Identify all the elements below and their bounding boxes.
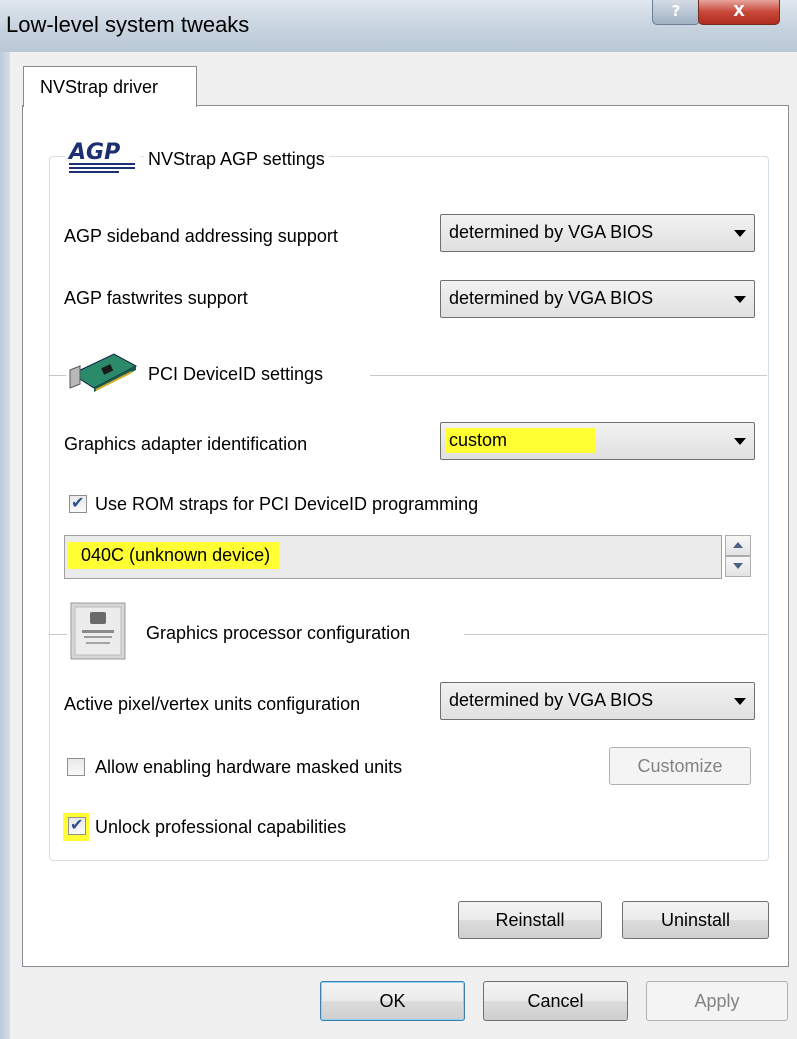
window-border: [0, 52, 10, 1039]
agp-section-title: NVStrap AGP settings: [144, 149, 329, 170]
use-rom-straps-label: Use ROM straps for PCI DeviceID programm…: [95, 494, 479, 514]
tab-nvstrap-driver[interactable]: NVStrap driver: [23, 66, 197, 107]
help-button[interactable]: ?: [652, 0, 700, 25]
window-title: Low-level system tweaks: [6, 12, 250, 37]
spin-up-button[interactable]: [725, 535, 751, 556]
agp-logo-text: AGP: [67, 140, 120, 165]
agp-fastwrites-label: AGP fastwrites support: [64, 288, 248, 308]
close-button[interactable]: X: [698, 0, 780, 25]
use-rom-straps-checkbox[interactable]: ✔: [69, 493, 87, 513]
reinstall-button[interactable]: Reinstall: [458, 901, 602, 939]
spin-down-button[interactable]: [725, 556, 751, 577]
dropdown-arrow-icon: [734, 296, 746, 303]
apply-button[interactable]: Apply: [646, 981, 788, 1021]
device-id-spinner[interactable]: [725, 535, 751, 577]
tab-label: NVStrap driver: [40, 77, 159, 97]
checkbox-check-icon: ✔: [71, 493, 85, 512]
dropdown-arrow-icon: [734, 438, 746, 445]
adapter-id-value: custom: [445, 428, 596, 453]
units-config-label: Active pixel/vertex units configuration: [64, 694, 361, 714]
pci-separator-left: [49, 375, 67, 376]
agp-sideband-select[interactable]: determined by VGA BIOS: [440, 214, 755, 252]
adapter-id-label: Graphics adapter identification: [64, 434, 308, 454]
spin-up-icon: [733, 542, 743, 548]
pci-section-title: PCI DeviceID settings: [144, 364, 328, 385]
pci-separator-right: [370, 375, 767, 376]
ok-button[interactable]: OK: [320, 981, 465, 1021]
gpu-separator-left: [49, 634, 67, 635]
units-config-select[interactable]: determined by VGA BIOS: [440, 682, 755, 720]
checkbox-check-icon: ✔: [70, 815, 84, 834]
dropdown-arrow-icon: [734, 698, 746, 705]
allow-masked-units-label: Allow enabling hardware masked units: [95, 757, 403, 777]
adapter-id-select[interactable]: custom: [440, 422, 755, 460]
pci-card-icon: [66, 340, 142, 406]
title-bar[interactable]: Low-level system tweaks ? X: [0, 0, 797, 53]
spin-down-icon: [733, 563, 743, 569]
gpu-chip-icon: [70, 602, 126, 660]
cancel-button[interactable]: Cancel: [483, 981, 628, 1021]
allow-masked-units-checkbox[interactable]: [67, 758, 85, 776]
device-id-input[interactable]: 040C (unknown device): [64, 535, 722, 579]
uninstall-button[interactable]: Uninstall: [622, 901, 769, 939]
agp-sideband-value: determined by VGA BIOS: [449, 222, 654, 242]
agp-fastwrites-select[interactable]: determined by VGA BIOS: [440, 280, 755, 318]
agp-logo-icon: AGP: [65, 137, 140, 181]
customize-button[interactable]: Customize: [609, 747, 751, 785]
units-config-value: determined by VGA BIOS: [449, 690, 654, 710]
gpu-separator-right: [464, 634, 767, 635]
unlock-pro-checkbox[interactable]: ✔: [68, 815, 86, 835]
agp-fastwrites-value: determined by VGA BIOS: [449, 288, 654, 308]
device-id-value: 040C (unknown device): [67, 542, 281, 569]
agp-sideband-label: AGP sideband addressing support: [64, 226, 338, 246]
dropdown-arrow-icon: [734, 230, 746, 237]
unlock-pro-label: Unlock professional capabilities: [95, 817, 347, 837]
gpu-section-title: Graphics processor configuration: [142, 623, 415, 644]
